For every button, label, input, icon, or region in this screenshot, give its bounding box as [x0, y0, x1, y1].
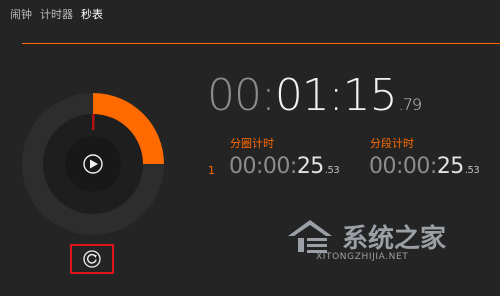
tab-timer[interactable]: 计时器: [40, 6, 73, 22]
stopwatch-dial: [22, 93, 164, 235]
main-time-hundredths: .79: [398, 95, 422, 114]
lap-time-header: 分圈计时: [230, 137, 274, 150]
split-time-header: 分段计时: [370, 137, 414, 150]
main-time-display: 00:01:15.79: [207, 70, 422, 121]
accent-divider: [22, 43, 500, 44]
dial-graphic: [22, 93, 164, 235]
lap-time-seconds: 25: [296, 154, 325, 179]
watermark-subtitle: XITONGZHIJIA.NET: [316, 252, 409, 262]
main-time-hours: 00:: [207, 70, 276, 121]
lap-index: 1: [208, 164, 215, 177]
watermark-title: 系统之家: [342, 224, 447, 254]
dial-marker: [92, 114, 95, 130]
split-time-value: 00:00:25.53: [369, 154, 480, 179]
reset-icon: [83, 250, 101, 268]
split-time-hundredths: .53: [464, 165, 480, 176]
lap-time-value: 00:00:25.53: [229, 154, 340, 179]
tab-stopwatch[interactable]: 秒表: [81, 6, 103, 22]
tab-alarm[interactable]: 闹钟: [10, 6, 32, 22]
main-time-minsec: 01:15: [274, 70, 398, 121]
watermark: 系统之家 XITONGZHIJIA.NET: [282, 214, 482, 264]
lap-time-hundredths: .53: [324, 165, 340, 176]
split-time-seconds: 25: [436, 154, 465, 179]
lap-time-prefix: 00:00:: [229, 154, 297, 179]
split-time-prefix: 00:00:: [369, 154, 437, 179]
reset-button[interactable]: [70, 244, 114, 274]
tab-bar: 闹钟 计时器 秒表: [10, 6, 103, 22]
